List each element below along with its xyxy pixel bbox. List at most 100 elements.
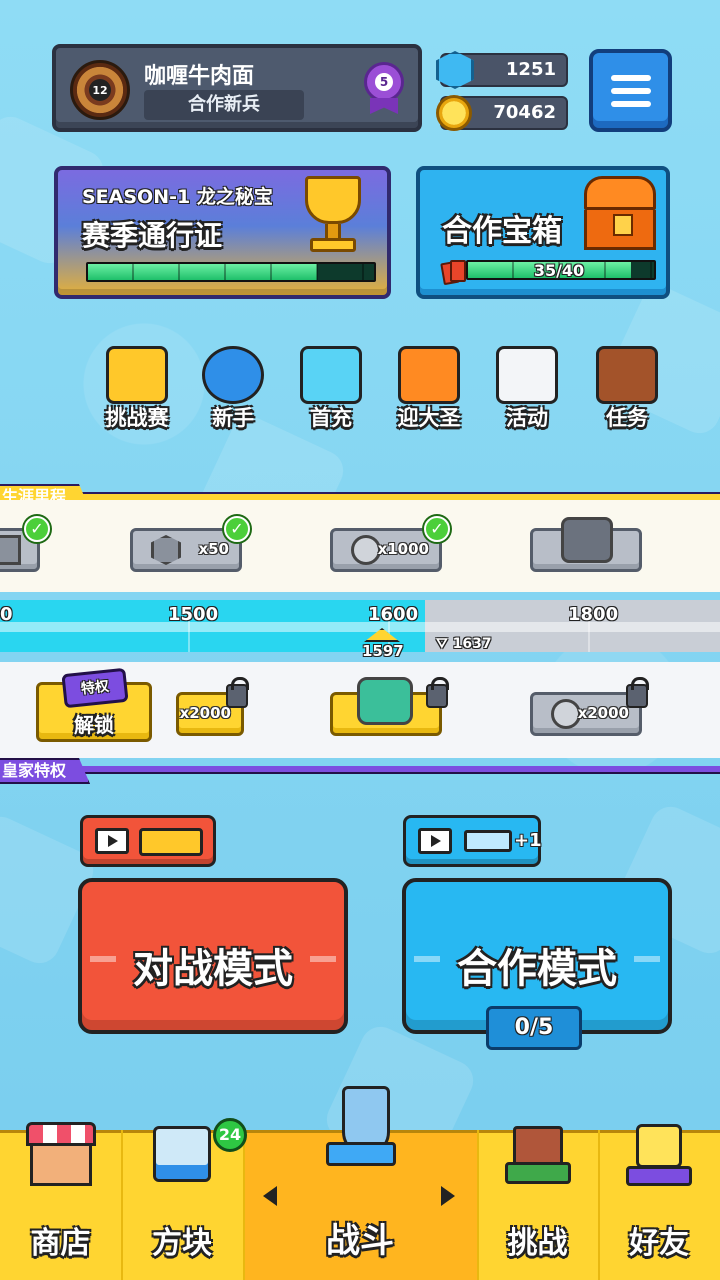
battle-mode-button[interactable]: 对战模式 bbox=[78, 878, 348, 1034]
current-trophy-marker: 1597 bbox=[362, 628, 404, 660]
trophy-small-icon: ⛛ bbox=[436, 636, 453, 652]
coop-bonus-amount: +1 bbox=[514, 830, 542, 851]
scroll-icon bbox=[496, 346, 558, 404]
blocks-badge: 24 bbox=[213, 1118, 247, 1152]
chevron-left-icon[interactable] bbox=[263, 1186, 277, 1206]
gem-amount: 1251 bbox=[505, 59, 556, 80]
feature-activity[interactable]: 活动 bbox=[482, 346, 572, 436]
gem-icon bbox=[436, 51, 474, 89]
coop-chest-title: 合作宝箱 bbox=[442, 214, 562, 249]
trophy-marker-icon bbox=[364, 628, 400, 642]
privilege-tag: 特权 bbox=[61, 667, 129, 709]
claimed-check-icon: ✓ bbox=[24, 516, 50, 542]
feature-label: 迎大圣 bbox=[397, 406, 461, 430]
free-reward-row: ✓ x50 ✓ x1000 ✓ bbox=[0, 500, 720, 592]
season-label: SEASON-1 龙之秘宝 bbox=[82, 186, 273, 208]
feature-label: 首充 bbox=[310, 406, 352, 430]
chest-icon bbox=[357, 677, 413, 725]
coin-amount: 70462 bbox=[493, 102, 556, 123]
reward-amount: x50 bbox=[198, 540, 229, 558]
player-title: 合作新兵 bbox=[144, 90, 304, 120]
mystery-block-icon bbox=[142, 1122, 222, 1202]
ticket-icon bbox=[464, 830, 512, 852]
claimed-check-icon: ✓ bbox=[224, 516, 250, 542]
lock-icon bbox=[626, 677, 649, 708]
level-badge: 5 bbox=[375, 73, 393, 91]
chest-progress-text: 35/40 bbox=[533, 261, 585, 280]
gear-block-icon bbox=[561, 517, 613, 563]
hamburger-icon bbox=[610, 74, 651, 81]
scale-tick: 0 bbox=[0, 604, 13, 625]
battle-ad-bonus[interactable] bbox=[80, 815, 216, 867]
video-ad-icon bbox=[418, 828, 452, 854]
feature-event-dasheng[interactable]: 迎大圣 bbox=[384, 346, 474, 436]
profile-panel[interactable]: 12 咖喱牛肉面 合作新兵 5 bbox=[52, 44, 422, 132]
nav-label: 方块 bbox=[152, 1226, 212, 1261]
reward-slot[interactable] bbox=[530, 517, 642, 572]
lock-icon bbox=[226, 677, 249, 708]
coin-icon bbox=[351, 535, 381, 565]
unlock-royal-button[interactable]: 特权 解锁 bbox=[36, 667, 152, 742]
menu-button[interactable] bbox=[589, 49, 672, 132]
sword-shield-icon bbox=[312, 1082, 408, 1178]
chest-icon bbox=[584, 176, 660, 250]
next-milestone-value: 1637 bbox=[452, 636, 492, 652]
player-name: 咖喱牛肉面 bbox=[144, 64, 255, 89]
nav-friends[interactable]: 好友 bbox=[598, 1124, 720, 1280]
coop-ad-bonus[interactable]: +1 bbox=[403, 815, 542, 867]
challenge-cube-icon bbox=[106, 346, 168, 404]
claimed-check-icon: ✓ bbox=[424, 516, 450, 542]
current-trophies: 1597 bbox=[362, 642, 404, 660]
signboard-icon bbox=[498, 1122, 578, 1202]
next-milestone: ⛛ 1637 bbox=[436, 636, 492, 652]
coin-counter[interactable]: 70462 bbox=[436, 95, 568, 131]
royal-title: 皇家特权 bbox=[0, 758, 90, 784]
lock-icon bbox=[426, 677, 449, 708]
nav-blocks[interactable]: 24 方块 bbox=[121, 1118, 247, 1280]
golden-gate-icon bbox=[398, 346, 460, 404]
nav-label: 挑战 bbox=[507, 1226, 568, 1261]
career-header-bar bbox=[0, 492, 720, 500]
battle-mode-label: 对战模式 bbox=[133, 946, 293, 992]
gem-icon bbox=[151, 535, 181, 565]
scale-tick: 1800 bbox=[568, 604, 619, 625]
rank-level: 12 bbox=[89, 79, 111, 101]
block-icon bbox=[0, 535, 21, 565]
coin-icon bbox=[551, 699, 581, 729]
feature-first-recharge[interactable]: 首充 bbox=[286, 346, 376, 436]
season-pass-title: 赛季通行证 bbox=[82, 219, 223, 252]
cards-icon bbox=[440, 260, 468, 286]
scale-tick: 1500 bbox=[168, 604, 219, 625]
feature-label: 任务 bbox=[606, 406, 648, 430]
season-progress-bar bbox=[86, 262, 376, 282]
reward-amount: x2000 bbox=[577, 704, 629, 722]
coin-icon bbox=[436, 95, 472, 131]
gem-counter[interactable]: 1251 bbox=[436, 51, 568, 89]
level-ribbon-icon: 5 bbox=[364, 62, 404, 114]
nav-challenge[interactable]: 挑战 bbox=[477, 1126, 598, 1280]
feature-newbie[interactable]: 新手 bbox=[188, 346, 278, 436]
rank-badge-icon: 12 bbox=[70, 60, 130, 120]
nav-shop[interactable]: 商店 bbox=[0, 1122, 121, 1280]
video-ad-icon bbox=[95, 828, 129, 854]
trophy-icon bbox=[294, 176, 372, 262]
season-pass-card[interactable]: SEASON-1 龙之秘宝 赛季通行证 bbox=[54, 166, 391, 299]
feature-tasks[interactable]: 任务 bbox=[582, 346, 672, 436]
feature-label: 新手 bbox=[212, 406, 254, 430]
shop-stall-icon bbox=[21, 1122, 101, 1202]
scale-tick: 1600 bbox=[368, 604, 419, 625]
chevron-right-icon[interactable] bbox=[441, 1186, 455, 1206]
nav-label: 商店 bbox=[30, 1226, 91, 1261]
coop-chest-card[interactable]: 合作宝箱 35/40 bbox=[416, 166, 670, 299]
feature-challenge[interactable]: 挑战赛 bbox=[92, 346, 182, 436]
yellow-block-buddy-icon bbox=[619, 1122, 699, 1202]
feature-label: 活动 bbox=[506, 406, 548, 430]
trophy-boost-icon bbox=[139, 828, 203, 856]
royal-footer-bar bbox=[0, 766, 720, 774]
gift-box-icon bbox=[300, 346, 362, 404]
unlock-label: 解锁 bbox=[74, 713, 114, 737]
feature-row: 挑战赛 新手 首充 迎大圣 活动 任务 bbox=[92, 346, 672, 436]
trophy-progress-scale: 0 1500 1600 1800 bbox=[0, 600, 720, 652]
stopwatch-icon bbox=[202, 346, 264, 404]
reward-amount: x1000 bbox=[377, 540, 429, 558]
